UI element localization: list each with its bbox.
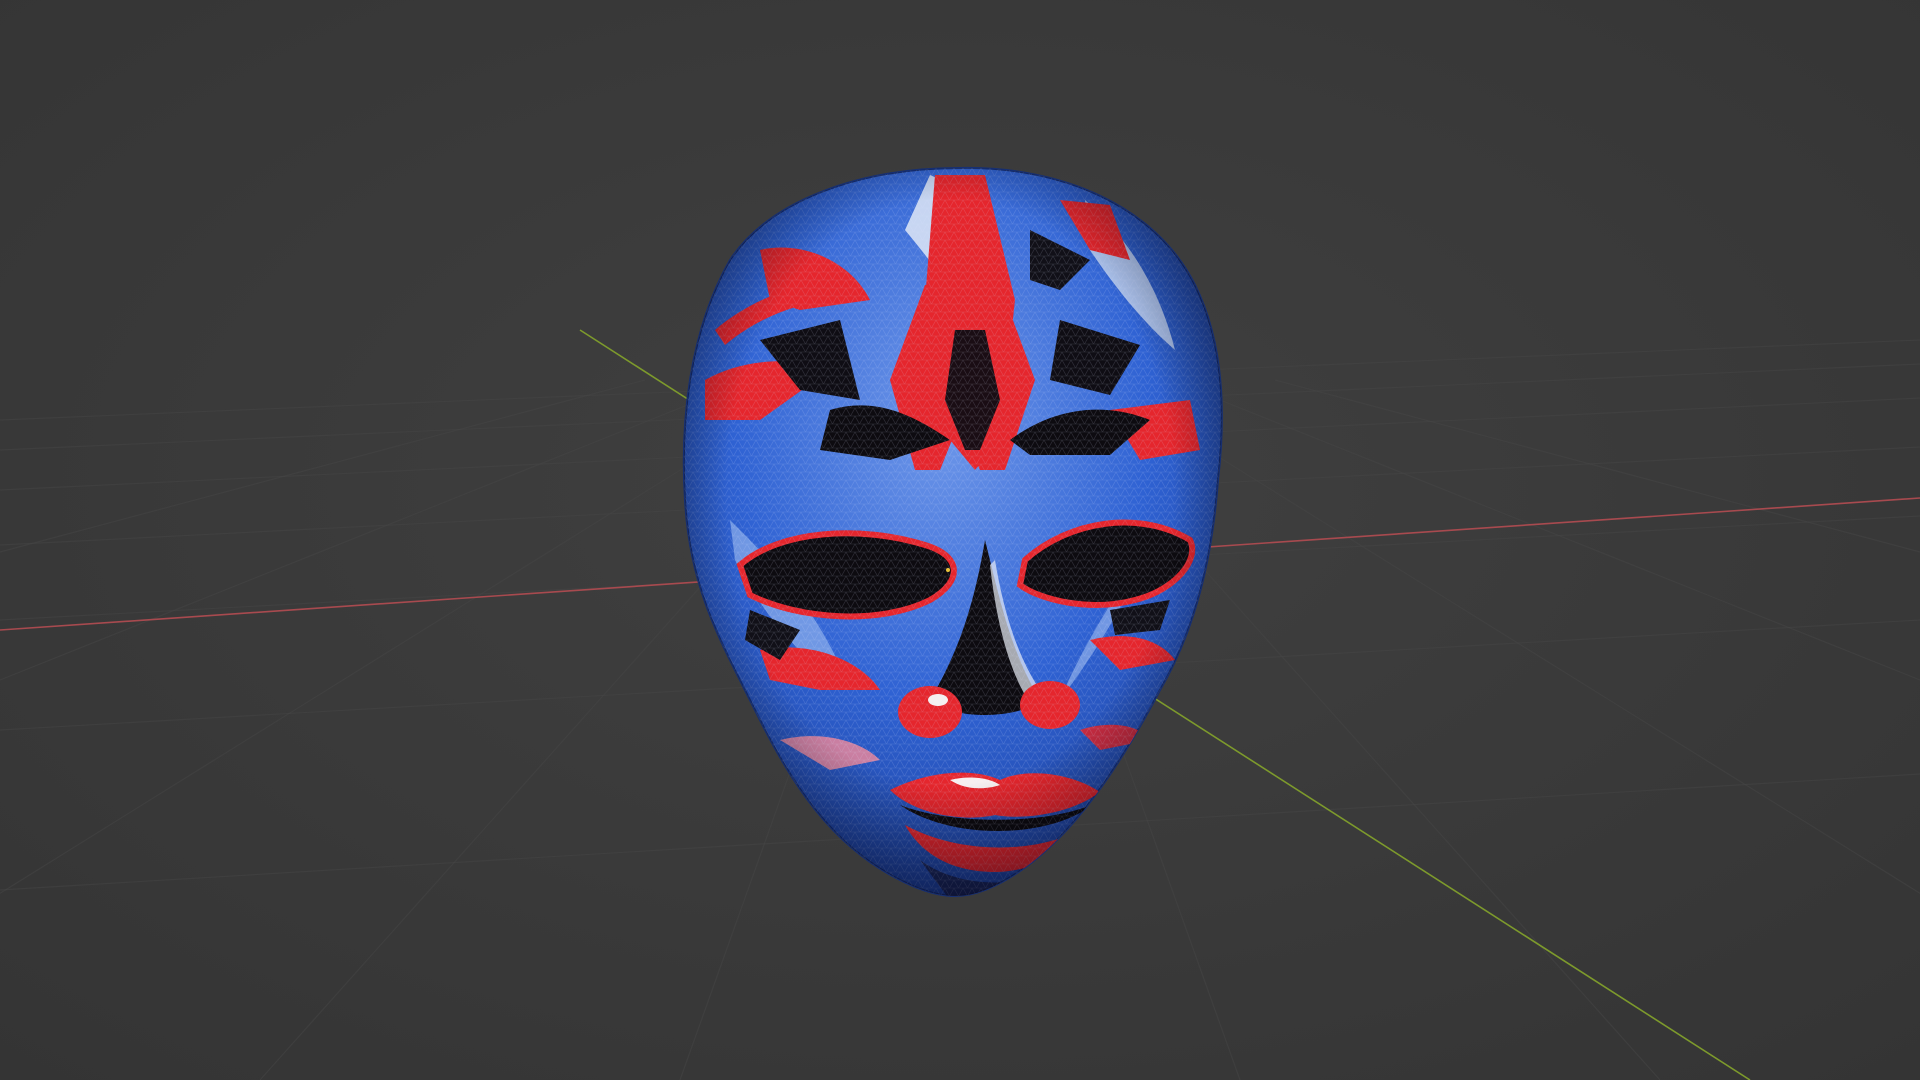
origin-marker [946, 568, 950, 572]
viewport-canvas[interactable] [0, 0, 1920, 1080]
3d-viewport[interactable] [0, 0, 1920, 1080]
